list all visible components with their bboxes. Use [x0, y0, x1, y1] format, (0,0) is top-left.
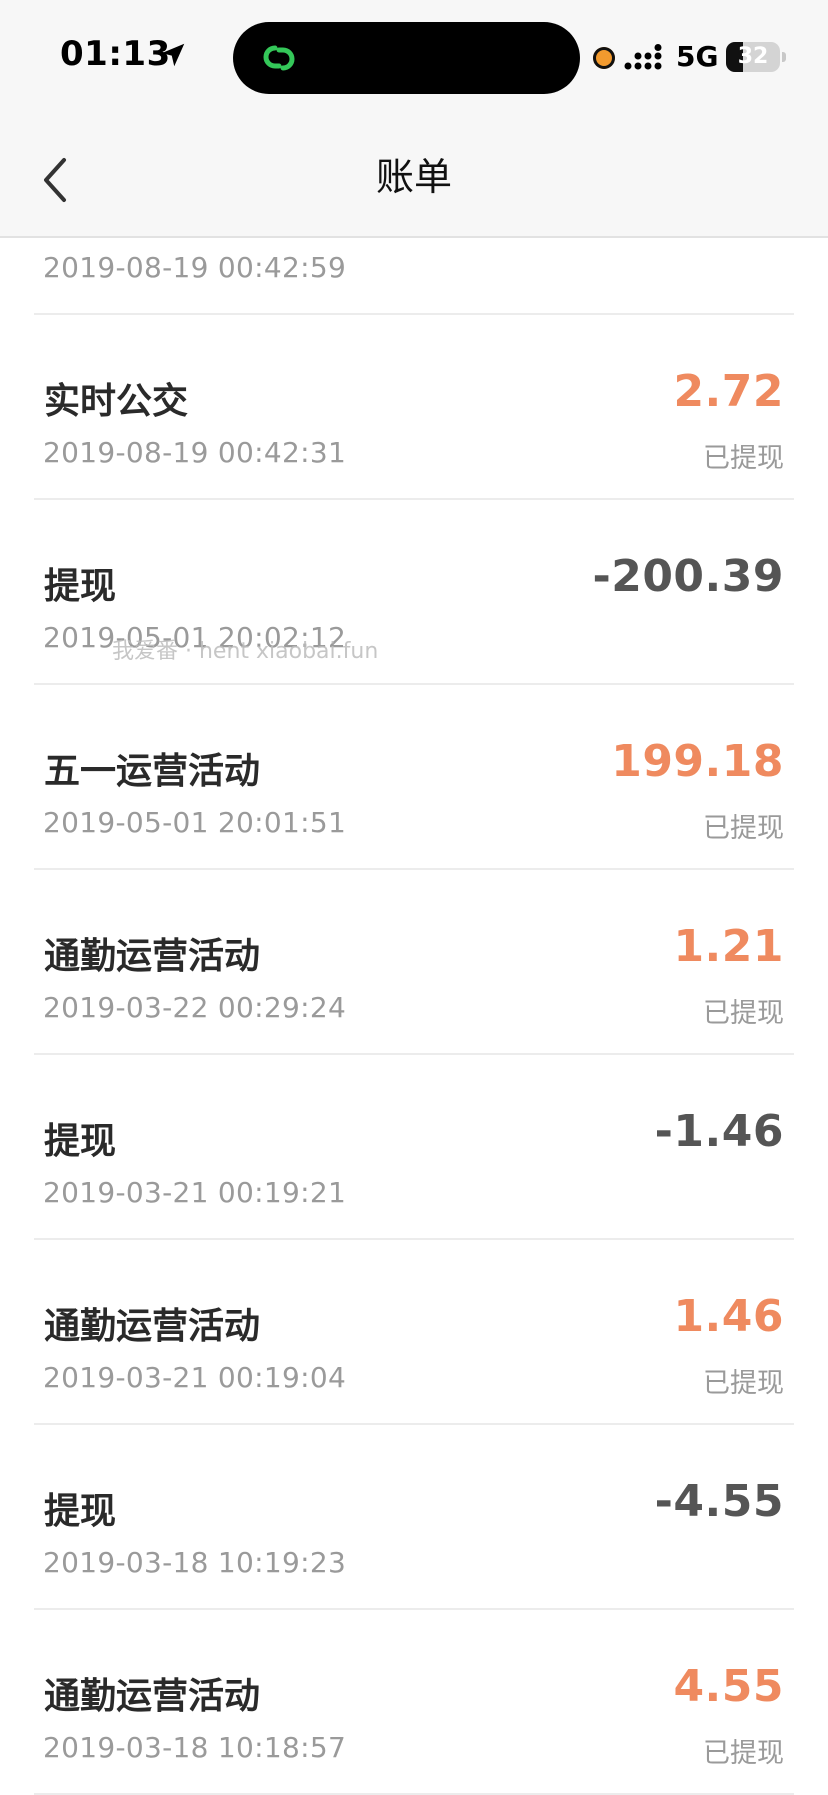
bill-timestamp: 2019-05-01 20:01:51	[43, 806, 347, 839]
bill-row[interactable]: 提现 2019-03-18 10:19:23 -4.55	[34, 1425, 794, 1610]
bill-status-badge: 已提现	[703, 1738, 784, 1769]
bill-timestamp: 2019-03-18 10:18:57	[43, 1731, 347, 1764]
bill-amount: -1.46	[654, 1106, 784, 1157]
bill-title: 实时公交	[44, 381, 189, 422]
bill-row[interactable]: 通勤运营活动 2019-03-18 10:18:57 4.55 已提现	[34, 1610, 794, 1795]
bill-amount: 1.46	[673, 1291, 784, 1342]
bill-status-badge: 已提现	[703, 1368, 784, 1399]
bill-status-badge: 已提现	[703, 813, 784, 844]
bill-status-badge: 已提现	[703, 998, 784, 1029]
bill-title: 提现	[44, 1121, 117, 1162]
back-button[interactable]	[24, 148, 88, 212]
chevron-left-icon	[44, 158, 66, 202]
bill-timestamp: 2019-08-19 00:42:31	[43, 436, 347, 469]
bill-amount: 4.55	[673, 1661, 784, 1712]
bill-amount: 2.72	[673, 366, 784, 417]
dynamic-island	[233, 22, 580, 94]
link-app-icon	[263, 45, 295, 71]
battery-cap	[782, 52, 786, 62]
watermark: 我爱番 · hent xiaobai.fun	[112, 639, 379, 664]
bill-row[interactable]: 2019-08-19 00:42:59	[34, 238, 794, 315]
page-title: 账单	[375, 155, 452, 199]
bill-title: 五一运营活动	[44, 751, 261, 792]
battery-icon: 32	[726, 42, 780, 72]
bill-amount: -200.39	[592, 551, 784, 602]
bill-amount: 1.21	[673, 921, 784, 972]
status-time: 01:13	[60, 34, 171, 74]
battery-level-label: 32	[737, 44, 769, 69]
bill-row[interactable]: 通勤运营活动 2019-03-22 00:29:24 1.21 已提现	[34, 870, 794, 1055]
bill-status-badge: 已提现	[703, 443, 784, 474]
location-arrow-icon	[161, 43, 185, 67]
bill-row[interactable]: 提现 2019-03-21 00:19:21 -1.46	[34, 1055, 794, 1240]
bill-amount: 199.18	[611, 736, 784, 787]
network-type-label: 5G	[676, 40, 719, 73]
bill-timestamp: 2019-03-21 00:19:21	[43, 1176, 347, 1209]
bill-title: 提现	[44, 1491, 117, 1532]
bill-row[interactable]: 五一运营活动 2019-05-01 20:01:51 199.18 已提现	[34, 685, 794, 870]
bill-title: 提现	[44, 566, 117, 607]
bill-amount: -4.55	[654, 1476, 784, 1527]
bill-timestamp: 2019-08-19 00:42:59	[43, 251, 347, 284]
bill-title: 通勤运营活动	[44, 1676, 261, 1717]
status-bar: 01:13 5G 32	[0, 0, 828, 118]
bill-row[interactable]: 实时公交 2019-08-19 00:42:31 2.72 已提现	[34, 315, 794, 500]
bill-list: 2019-08-19 00:42:59 实时公交 2019-08-19 00:42:…	[0, 238, 828, 1795]
bill-title: 通勤运营活动	[44, 1306, 261, 1347]
bill-row[interactable]: 通勤运营活动 2019-03-21 00:19:04 1.46 已提现	[34, 1240, 794, 1425]
cellular-signal-icon	[624, 44, 662, 70]
bill-timestamp: 2019-03-18 10:19:23	[43, 1546, 347, 1579]
bill-timestamp: 2019-03-21 00:19:04	[43, 1361, 347, 1394]
bill-title: 通勤运营活动	[44, 936, 261, 977]
bill-timestamp: 2019-03-22 00:29:24	[43, 991, 347, 1024]
navigation-bar: 账单	[0, 118, 828, 238]
privacy-indicator-dot	[593, 47, 615, 69]
